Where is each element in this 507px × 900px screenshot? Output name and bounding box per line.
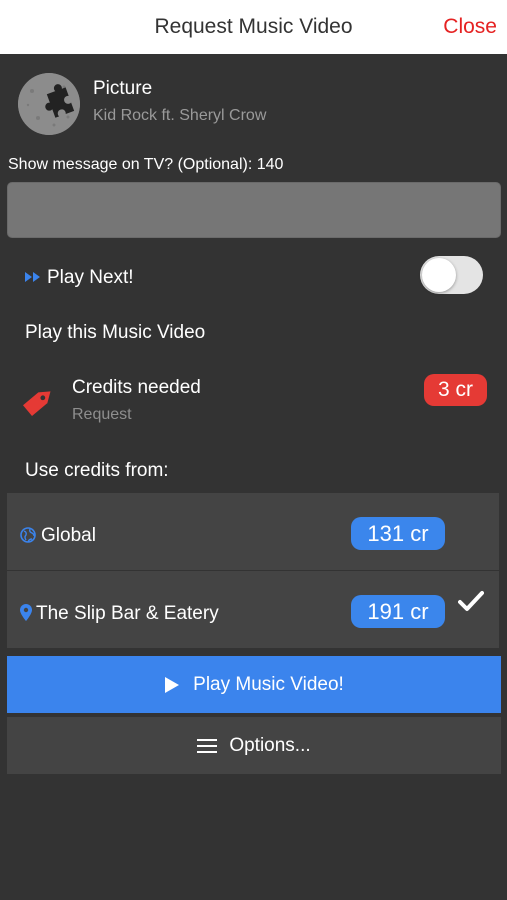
menu-icon <box>197 738 218 753</box>
options-button[interactable]: Options... <box>7 717 501 774</box>
song-title: Picture <box>93 78 153 99</box>
message-label: Show message on TV? (Optional): 140 <box>8 156 284 173</box>
page-title: Request Music Video <box>154 15 353 38</box>
price-tag-icon <box>23 391 51 417</box>
credits-needed-title: Credits needed <box>72 377 201 398</box>
credits-needed-subtitle: Request <box>72 406 132 423</box>
header-bar: Request Music Video Close <box>0 0 507 54</box>
message-input[interactable] <box>7 182 501 238</box>
options-button-content: Options... <box>7 717 501 774</box>
fast-forward-icon <box>25 272 40 282</box>
account-credit-badge: 131 cr <box>351 517 445 550</box>
toggle-knob <box>422 258 456 292</box>
account-row-global[interactable]: Global 131 cr <box>7 493 499 570</box>
album-art <box>18 73 80 135</box>
globe-icon <box>20 527 36 543</box>
play-button-content: Play Music Video! <box>7 656 501 713</box>
account-row-venue[interactable]: The Slip Bar & Eatery 191 cr <box>7 571 499 648</box>
account-name: The Slip Bar & Eatery <box>36 603 219 624</box>
play-music-video-button[interactable]: Play Music Video! <box>7 656 501 713</box>
puzzle-piece-icon <box>18 73 80 135</box>
use-credits-heading: Use credits from: <box>25 460 169 481</box>
account-credit-badge: 191 cr <box>351 595 445 628</box>
options-button-label: Options... <box>229 734 311 756</box>
account-name: Global <box>41 525 96 546</box>
play-icon <box>165 676 180 693</box>
close-button[interactable]: Close <box>443 15 497 39</box>
credits-needed-badge: 3 cr <box>424 374 487 406</box>
location-pin-icon <box>20 604 32 621</box>
play-section-heading: Play this Music Video <box>25 322 206 343</box>
play-next-toggle[interactable] <box>420 256 483 294</box>
play-next-label: Play Next! <box>47 267 134 288</box>
checkmark-icon <box>458 591 484 611</box>
play-button-label: Play Music Video! <box>193 673 344 695</box>
song-artist: Kid Rock ft. Sheryl Crow <box>93 107 267 124</box>
